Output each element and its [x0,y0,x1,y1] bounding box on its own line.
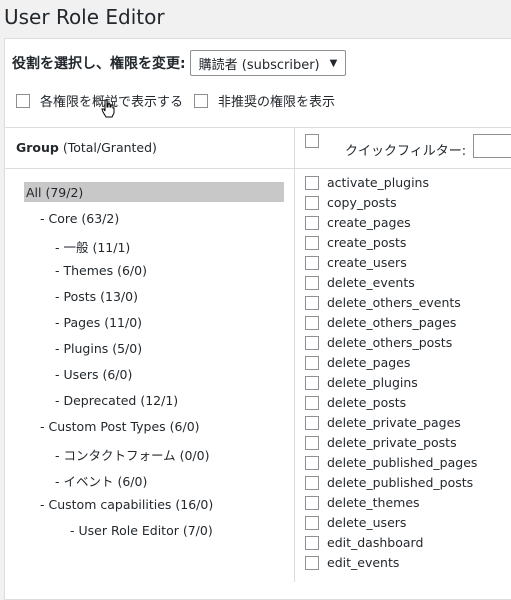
capability-checkbox[interactable] [305,515,319,530]
capability-item[interactable]: create_posts [305,235,406,250]
tree-item[interactable]: - Custom Post Types (6/0) [40,419,200,434]
capability-item[interactable]: delete_events [305,275,415,290]
capability-item[interactable]: delete_private_posts [305,435,457,450]
show-human-readable-checkbox[interactable] [16,93,30,108]
show-deprecated-checkbox[interactable] [194,93,208,108]
capability-checkbox[interactable] [305,295,319,310]
group-column-header: Group (Total/Granted) [16,140,157,155]
capability-checkbox[interactable] [305,535,319,550]
column-divider [294,127,295,582]
capability-item[interactable]: delete_posts [305,395,406,410]
capability-checkbox[interactable] [305,195,319,210]
capability-item[interactable]: copy_posts [305,195,397,210]
capability-label[interactable]: delete_private_pages [327,415,461,430]
capability-label[interactable]: activate_plugins [327,175,429,190]
capability-item[interactable]: create_pages [305,215,411,230]
capability-checkbox[interactable] [305,255,319,270]
capability-item[interactable]: delete_others_pages [305,315,456,330]
tree-item[interactable]: - Deprecated (12/1) [55,393,178,408]
capability-item[interactable]: delete_others_posts [305,335,452,350]
capability-checkbox[interactable] [305,275,319,290]
page-title: User Role Editor [4,5,165,29]
show-deprecated-label[interactable]: 非推奨の権限を表示 [218,91,335,110]
tree-item[interactable]: - Core (63/2) [40,211,119,226]
capability-checkbox[interactable] [305,355,319,370]
role-selector-row: 役割を選択し、権限を変更: 購読者 (subscriber) ▼ [12,50,347,76]
capability-label[interactable]: edit_dashboard [327,535,423,550]
table-header-top-border [4,127,511,128]
capability-checkbox[interactable] [305,175,319,190]
capability-label[interactable]: delete_events [327,275,415,290]
capability-label[interactable]: delete_others_pages [327,315,456,330]
capability-item[interactable]: delete_others_events [305,295,461,310]
tree-item[interactable]: - コンタクトフォーム (0/0) [55,445,209,464]
capability-item[interactable]: edit_dashboard [305,535,423,550]
capability-checkbox[interactable] [305,475,319,490]
quick-filter-label: クイックフィルター: [345,144,467,159]
capability-label[interactable]: delete_published_pages [327,455,477,470]
capability-label[interactable]: delete_posts [327,395,406,410]
tree-item[interactable]: - User Role Editor (7/0) [70,523,213,538]
select-all-checkbox[interactable] [305,134,319,148]
tree-item[interactable]: - 一般 (11/1) [55,237,130,256]
capability-checkbox[interactable] [305,395,319,410]
capability-label[interactable]: delete_private_posts [327,435,457,450]
show-deprecated-option[interactable]: 非推奨の権限を表示 [194,91,335,110]
group-header-subtitle: (Total/Granted) [58,140,157,155]
capability-checkbox[interactable] [305,435,319,450]
capability-label[interactable]: delete_published_posts [327,475,473,490]
capability-label[interactable]: edit_events [327,555,399,570]
capability-checkbox[interactable] [305,415,319,430]
role-select-value: 購読者 (subscriber) [198,57,320,73]
capability-label[interactable]: delete_themes [327,495,420,510]
capability-label[interactable]: create_pages [327,215,411,230]
show-human-readable-option[interactable]: 各権限を概説で表示する [16,91,183,110]
capability-item[interactable]: create_users [305,255,407,270]
role-select[interactable]: 購読者 (subscriber) ▼ [189,50,347,76]
tree-item[interactable]: All (79/2) [26,185,83,200]
capability-checkbox[interactable] [305,555,319,570]
capability-checkbox[interactable] [305,495,319,510]
capability-label[interactable]: delete_pages [327,355,410,370]
capability-label[interactable]: create_posts [327,235,406,250]
capability-checkbox[interactable] [305,335,319,350]
capability-label[interactable]: delete_users [327,515,406,530]
chevron-down-icon: ▼ [329,57,338,69]
capability-item[interactable]: delete_users [305,515,406,530]
capability-checkbox[interactable] [305,455,319,470]
tree-item[interactable]: - Users (6/0) [55,367,132,382]
capability-label[interactable]: delete_plugins [327,375,418,390]
capability-label[interactable]: copy_posts [327,195,397,210]
tree-item[interactable]: - イベント (6/0) [55,471,147,490]
role-select-label: 役割を選択し、権限を変更: [12,56,186,72]
capability-item[interactable]: delete_published_pages [305,455,477,470]
capability-item[interactable]: delete_themes [305,495,420,510]
table-header-bottom-border [4,168,511,169]
capability-item[interactable]: activate_plugins [305,175,429,190]
hand-cursor-icon [101,99,115,118]
capability-item[interactable]: delete_private_pages [305,415,461,430]
tree-item[interactable]: - Pages (11/0) [55,315,142,330]
capability-item[interactable]: delete_pages [305,355,410,370]
capability-label[interactable]: delete_others_events [327,295,461,310]
capability-label[interactable]: delete_others_posts [327,335,452,350]
capability-item[interactable]: edit_events [305,555,399,570]
capability-label[interactable]: create_users [327,255,407,270]
capability-item[interactable]: delete_published_posts [305,475,473,490]
capability-checkbox[interactable] [305,235,319,250]
capability-checkbox[interactable] [305,315,319,330]
tree-item[interactable]: - Themes (6/0) [55,263,147,278]
quick-filter-input[interactable] [473,134,511,158]
group-header-title: Group [16,140,59,155]
tree-item[interactable]: - Custom capabilities (16/0) [40,497,213,512]
capability-item[interactable]: delete_plugins [305,375,418,390]
tree-item[interactable]: - Plugins (5/0) [55,341,142,356]
tree-item[interactable]: - Posts (13/0) [55,289,138,304]
capability-checkbox[interactable] [305,375,319,390]
capability-checkbox[interactable] [305,215,319,230]
